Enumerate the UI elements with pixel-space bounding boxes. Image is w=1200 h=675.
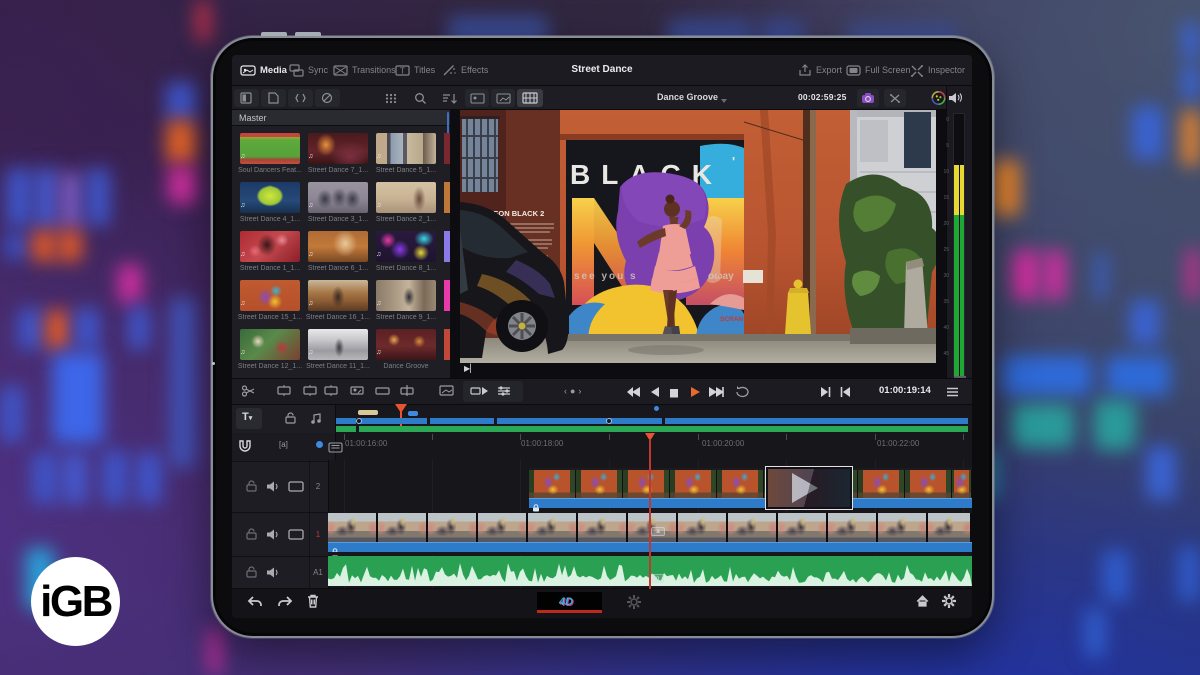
svg-text:': ' <box>732 154 735 169</box>
svg-text:oωay: oωay <box>708 271 734 282</box>
svg-text:T: T <box>400 67 405 76</box>
svg-text:see you s: see you s <box>574 271 638 282</box>
svg-text:SCRAN: SCRAN <box>720 316 743 323</box>
